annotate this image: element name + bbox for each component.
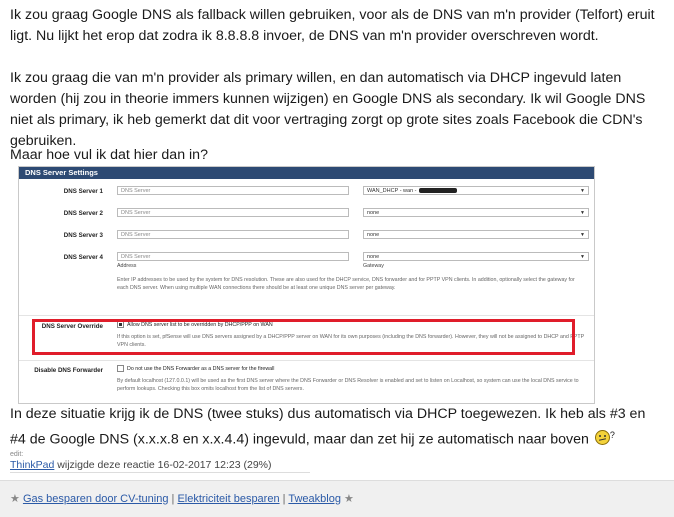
confused-smiley-icon [594,429,610,445]
forwarder-help-text: By default localhost (127.0.0.1) will be… [117,378,579,393]
dns-server-label-4: DNS Server 4 [63,254,103,261]
question-superscript: ? [609,430,615,440]
signature-link-cv-tuning[interactable]: Gas besparen door CV-tuning [23,493,169,505]
forwarder-checkbox[interactable] [117,365,124,373]
chevron-down-icon: ▼ [580,210,585,216]
post-paragraph-2: Ik zou graag die van m'n provider als pr… [10,70,646,149]
dns-server-input-1[interactable]: DNS Server [117,186,349,195]
gateway-caption: Gateway [363,263,384,269]
edit-text: wijzigde deze reactie 16-02-2017 12:23 (… [54,459,272,471]
redacted-mark [418,188,457,194]
chevron-down-icon: ▼ [580,254,585,260]
signature-link-elektriciteit[interactable]: Elektriciteit besparen [177,493,279,505]
dns-server-input-2[interactable]: DNS Server [117,208,349,217]
divider [19,360,594,361]
forwarder-checkbox-label: Do not use the DNS Forwarder as a DNS se… [127,366,275,372]
signature-divider [10,472,310,473]
signature: ★ Gas besparen door CV-tuning | Elektric… [10,492,354,505]
signature-separator: | [282,493,286,505]
dns-settings-screenshot: DNS Server Settings DNS Server 1 DNS Ser… [18,166,595,404]
dns-help-text: Enter IP addresses to be used by the sys… [117,277,575,292]
dns-server-label-2: DNS Server 2 [63,210,103,217]
disable-forwarder-row: Disable DNS Forwarder Do not use the DNS… [19,363,594,401]
signature-bar: ★ Gas besparen door CV-tuning | Elektric… [0,480,674,517]
star-icon: ★ [10,493,20,505]
chevron-down-icon: ▼ [580,232,585,238]
dns-server-label-1: DNS Server 1 [63,188,103,195]
address-caption: Address [117,263,137,269]
dns-server-row-1: DNS Server 1 DNS Server WAN_DHCP - wan -… [19,183,594,203]
gateway-value-3: none [367,232,380,238]
edit-label: edit: [10,451,24,458]
gateway-value-4: none [367,254,380,260]
dns-server-label-3: DNS Server 3 [63,232,103,239]
edit-user-link[interactable]: ThinkPad [10,459,54,471]
divider [19,315,594,316]
panel-title: DNS Server Settings [19,167,594,179]
star-icon: ★ [344,493,354,505]
dns-server-row-2: DNS Server 2 DNS Server none ▼ [19,205,594,225]
dns-server-input-4[interactable]: DNS Server [117,252,349,261]
gateway-select-3[interactable]: none ▼ [363,230,589,239]
dns-server-row-3: DNS Server 3 DNS Server none ▼ [19,227,594,247]
gateway-select-4[interactable]: none ▼ [363,252,589,261]
dns-server-input-3[interactable]: DNS Server [117,230,349,239]
post-paragraph-4-text: In deze situatie krijg ik de DNS (twee s… [10,406,646,448]
gateway-select-2[interactable]: none ▼ [363,208,589,217]
edit-note: edit: ThinkPad wijzigde deze reactie 16-… [10,451,310,471]
highlight-box [32,319,575,355]
gateway-value-1: WAN_DHCP - wan - [367,188,417,194]
post-paragraph-1: Ik zou graag Google DNS als fallback wil… [10,7,655,44]
chevron-down-icon: ▼ [580,188,585,194]
dns-server-row-4: DNS Server 4 DNS Server none ▼ Address G… [19,249,594,311]
disable-forwarder-label: Disable DNS Forwarder [34,367,103,374]
signature-link-tweakblog[interactable]: Tweakblog [288,493,341,505]
gateway-value-2: none [367,210,380,216]
post-paragraph-4: In deze situatie krijg ik de DNS (twee s… [10,404,665,451]
gateway-select-1[interactable]: WAN_DHCP - wan - ▼ [363,186,589,195]
signature-separator: | [171,493,175,505]
post-paragraph-3: Maar hoe vul ik dat hier dan in? [10,147,208,163]
